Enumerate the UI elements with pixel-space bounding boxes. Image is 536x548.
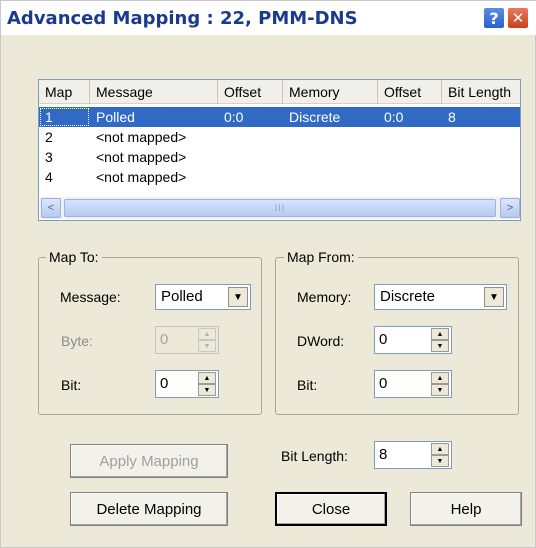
memory-select-value: Discrete bbox=[380, 288, 436, 305]
bit-label-from: Bit: bbox=[297, 377, 318, 393]
byte-spinner: 0 ▲ ▼ bbox=[155, 326, 219, 354]
dropdown-arrow-icon[interactable]: ▼ bbox=[484, 287, 504, 307]
column-header-bit-length[interactable]: Bit Length bbox=[442, 80, 520, 104]
byte-value: 0 bbox=[160, 331, 169, 348]
map-to-title: Map To: bbox=[46, 249, 102, 265]
help-button[interactable]: Help bbox=[410, 492, 522, 526]
bit-length-spinner[interactable]: 8 ▲ ▼ bbox=[374, 441, 452, 469]
dropdown-arrow-icon[interactable]: ▼ bbox=[228, 287, 248, 307]
spin-up-icon[interactable]: ▲ bbox=[431, 372, 449, 384]
cell-message: <not mapped> bbox=[96, 169, 187, 185]
spin-down-icon[interactable]: ▼ bbox=[431, 455, 449, 467]
memory-select[interactable]: Discrete ▼ bbox=[374, 284, 507, 310]
message-select[interactable]: Polled ▼ bbox=[155, 284, 251, 310]
cell-offset: 0:0 bbox=[224, 109, 244, 125]
cell-message: <not mapped> bbox=[96, 129, 187, 145]
memory-label: Memory: bbox=[297, 289, 352, 305]
dword-value[interactable]: 0 bbox=[379, 331, 387, 348]
column-header-map[interactable]: Map bbox=[39, 80, 90, 104]
column-header-offset[interactable]: Offset bbox=[218, 80, 283, 104]
bit-to-value[interactable]: 0 bbox=[160, 375, 168, 392]
bit-to-spinner[interactable]: 0 ▲ ▼ bbox=[155, 370, 219, 398]
bit-length-label: Bit Length: bbox=[281, 448, 348, 464]
byte-label: Byte: bbox=[61, 333, 93, 349]
window-title: Advanced Mapping : 22, PMM-DNS bbox=[7, 8, 358, 29]
spin-up-icon[interactable]: ▲ bbox=[431, 443, 449, 455]
scroll-right-button[interactable]: > bbox=[500, 198, 520, 218]
cell-offset-2: 0:0 bbox=[384, 109, 404, 125]
dialog-window: Advanced Mapping : 22, PMM-DNS ? ✕ Map M… bbox=[0, 0, 536, 548]
message-select-value: Polled bbox=[161, 288, 203, 305]
spin-up-icon[interactable]: ▲ bbox=[431, 328, 449, 340]
list-header: Map Message Offset Memory Offset Bit Len… bbox=[39, 80, 520, 104]
cell-message: <not mapped> bbox=[96, 149, 187, 165]
map-from-title: Map From: bbox=[284, 249, 358, 265]
list-row-1[interactable]: 1 Polled 0:0 Discrete 0:0 8 bbox=[39, 107, 520, 127]
bit-from-value[interactable]: 0 bbox=[379, 375, 387, 392]
bit-label-to: Bit: bbox=[61, 377, 82, 393]
spin-down-icon[interactable]: ▼ bbox=[431, 340, 449, 352]
list-row-4[interactable]: 4 <not mapped> bbox=[39, 167, 520, 187]
scroll-left-button[interactable]: < bbox=[41, 198, 61, 218]
cell-map: 2 bbox=[45, 129, 53, 145]
message-label: Message: bbox=[60, 289, 121, 305]
spin-up-icon[interactable]: ▲ bbox=[198, 372, 216, 384]
scroll-grip-icon: III bbox=[274, 203, 286, 213]
column-header-offset-2[interactable]: Offset bbox=[378, 80, 442, 104]
cell-message: Polled bbox=[96, 109, 135, 125]
cell-bit-length: 8 bbox=[448, 109, 456, 125]
cell-map: 4 bbox=[45, 169, 53, 185]
title-bar[interactable]: Advanced Mapping : 22, PMM-DNS ? ✕ bbox=[1, 1, 536, 35]
dword-label: DWord: bbox=[297, 333, 345, 349]
column-header-message[interactable]: Message bbox=[90, 80, 218, 104]
close-caption-button[interactable]: ✕ bbox=[507, 7, 529, 29]
horizontal-scrollbar[interactable]: < III > bbox=[40, 197, 520, 219]
list-row-3[interactable]: 3 <not mapped> bbox=[39, 147, 520, 167]
spin-down-icon: ▼ bbox=[198, 340, 216, 352]
cell-map: 1 bbox=[39, 107, 90, 127]
help-caption-button[interactable]: ? bbox=[483, 7, 505, 29]
column-header-memory[interactable]: Memory bbox=[283, 80, 378, 104]
cell-map: 3 bbox=[45, 149, 53, 165]
bit-length-value[interactable]: 8 bbox=[379, 446, 387, 463]
bit-from-spinner[interactable]: 0 ▲ ▼ bbox=[374, 370, 452, 398]
delete-mapping-button[interactable]: Delete Mapping bbox=[70, 492, 228, 526]
mapping-list[interactable]: Map Message Offset Memory Offset Bit Len… bbox=[38, 79, 521, 221]
dword-spinner[interactable]: 0 ▲ ▼ bbox=[374, 326, 452, 354]
spin-down-icon[interactable]: ▼ bbox=[431, 384, 449, 396]
scroll-thumb[interactable]: III bbox=[64, 199, 496, 217]
apply-mapping-button: Apply Mapping bbox=[70, 444, 228, 478]
close-button[interactable]: Close bbox=[275, 492, 387, 526]
spin-down-icon[interactable]: ▼ bbox=[198, 384, 216, 396]
spin-up-icon: ▲ bbox=[198, 328, 216, 340]
list-row-2[interactable]: 2 <not mapped> bbox=[39, 127, 520, 147]
cell-memory: Discrete bbox=[289, 109, 341, 125]
